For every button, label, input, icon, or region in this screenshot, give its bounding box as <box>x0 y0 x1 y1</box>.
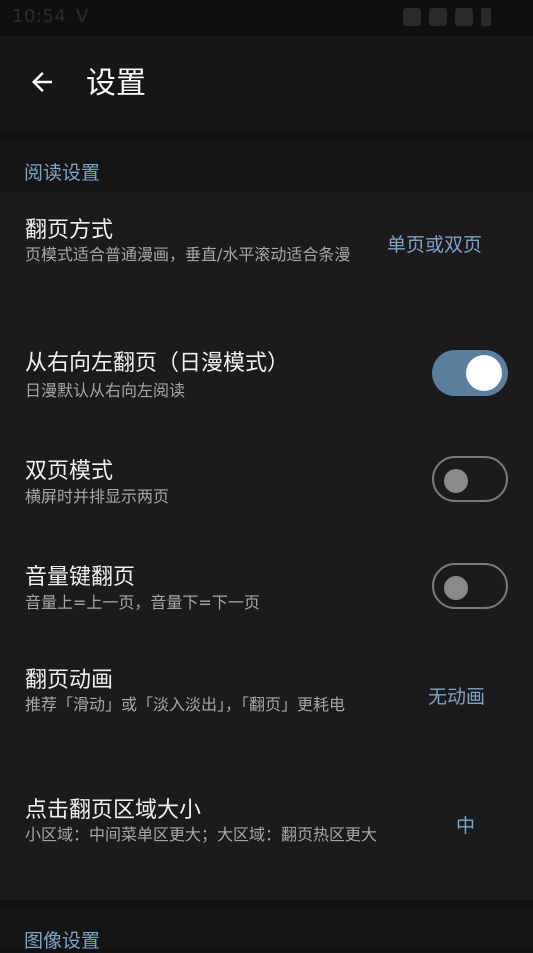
rtl-toggle[interactable] <box>432 350 508 396</box>
status-time: 10:54 <box>12 6 67 27</box>
setting-title: 翻页动画 <box>25 668 114 693</box>
setting-rtl-reading[interactable]: 从右向左翻页（日漫模式） 日漫默认从右向左阅读 <box>0 330 533 420</box>
setting-value: 单页或双页 <box>387 234 483 256</box>
setting-page-mode[interactable]: 翻页方式 页模式适合普通漫画，垂直/水平滚动适合条漫 单页或双页 <box>0 192 533 306</box>
status-icons <box>403 8 491 26</box>
setting-title: 从右向左翻页（日漫模式） <box>25 351 290 376</box>
section-header-reading: 阅读设置 <box>0 140 533 196</box>
toggle-knob <box>466 355 502 391</box>
toggle-knob <box>444 576 468 600</box>
back-button[interactable] <box>24 64 60 100</box>
setting-title: 双页模式 <box>25 459 114 484</box>
setting-title: 音量键翻页 <box>25 565 136 590</box>
setting-title: 翻页方式 <box>25 218 114 243</box>
setting-value: 无动画 <box>428 686 486 708</box>
volume-keys-toggle[interactable] <box>432 563 508 609</box>
toggle-knob <box>444 469 468 493</box>
setting-tap-zone-size[interactable]: 点击翻页区域大小 小区域：中间菜单区更大；大区域：翻页热区更大 中 <box>0 780 533 890</box>
status-carrier: V <box>76 6 89 27</box>
double-page-toggle[interactable] <box>432 456 508 502</box>
setting-subtitle: 音量上=上一页，音量下=下一页 <box>25 593 260 612</box>
signal-icon <box>455 8 473 26</box>
app-bar: 设置 <box>0 36 533 130</box>
setting-page-animation[interactable]: 翻页动画 推荐「滑动」或「淡入淡出」，「翻页」更耗电 无动画 <box>0 650 533 760</box>
section-header-image: 图像设置 <box>0 910 533 952</box>
setting-subtitle: 推荐「滑动」或「淡入淡出」，「翻页」更耗电 <box>25 695 346 714</box>
status-bar: 10:54 V <box>0 0 533 36</box>
setting-double-page[interactable]: 双页模式 横屏时并排显示两页 <box>0 440 533 530</box>
section-header-label: 阅读设置 <box>24 162 101 184</box>
arrow-left-icon <box>32 72 52 92</box>
wifi-icon <box>429 8 447 26</box>
link-icon <box>403 8 421 26</box>
setting-value: 中 <box>456 815 476 837</box>
section-header-label: 图像设置 <box>24 930 101 952</box>
setting-volume-keys[interactable]: 音量键翻页 音量上=上一页，音量下=下一页 <box>0 546 533 636</box>
setting-title: 点击翻页区域大小 <box>25 798 202 823</box>
setting-subtitle: 横屏时并排显示两页 <box>25 487 170 506</box>
setting-subtitle: 小区域：中间菜单区更大；大区域：翻页热区更大 <box>25 825 378 844</box>
setting-subtitle: 日漫默认从右向左阅读 <box>25 381 186 400</box>
setting-subtitle: 页模式适合普通漫画，垂直/水平滚动适合条漫 <box>25 245 351 264</box>
battery-icon <box>481 8 491 26</box>
page-title: 设置 <box>86 66 146 101</box>
